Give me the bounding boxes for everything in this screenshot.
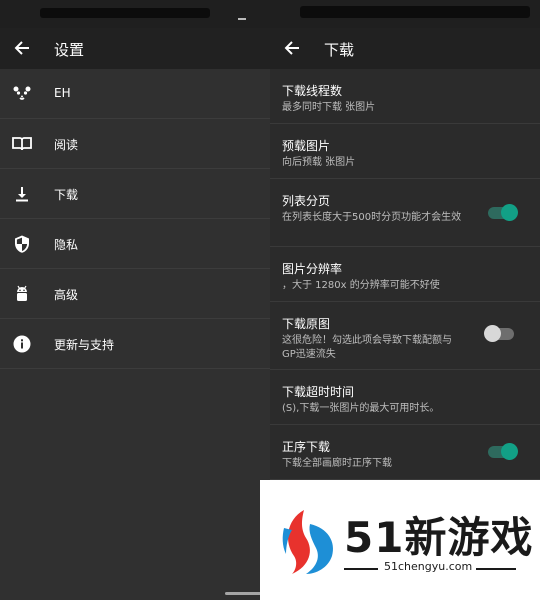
menu-item-label: EH bbox=[54, 86, 71, 100]
toggle-knob bbox=[484, 325, 501, 342]
settings-toolbar: 设置 bbox=[0, 28, 270, 69]
menu-item-privacy[interactable]: 隐私 bbox=[0, 219, 270, 269]
setting-summary: 向后预载 张图片 bbox=[282, 157, 356, 168]
android-icon bbox=[17, 285, 27, 301]
setting-summary: 在列表长度大于500时分页功能才会生效 bbox=[282, 212, 462, 223]
page-title: 设置 bbox=[54, 41, 85, 59]
setting-image-resolution[interactable]: 图片分辨率 ，大于 1280x 的分辨率可能不好使 bbox=[270, 247, 540, 302]
settings-menu: EH 阅读 下载 隐私 高级 更新与支持 bbox=[0, 69, 270, 369]
setting-preload-images[interactable]: 预载图片 向后预载 张图片 bbox=[270, 124, 540, 179]
setting-ordered-download[interactable]: 正序下载 下载全部画廊时正序下载 bbox=[270, 425, 540, 480]
setting-title: 预载图片 bbox=[282, 139, 331, 153]
toggle-knob bbox=[501, 204, 518, 221]
setting-download-original[interactable]: 下载原图 这很危险！勾选此项会导致下载配额与GP迅速流失 bbox=[270, 302, 540, 370]
info-icon bbox=[13, 335, 31, 353]
setting-summary: ，大于 1280x 的分辨率可能不好使 bbox=[282, 280, 440, 291]
menu-item-update-support[interactable]: 更新与支持 bbox=[0, 319, 270, 369]
panda-icon bbox=[13, 86, 31, 100]
back-arrow-icon[interactable] bbox=[12, 38, 32, 58]
setting-summary: 最多同时下载 张图片 bbox=[282, 102, 376, 113]
shield-icon bbox=[15, 235, 29, 253]
menu-item-label: 高级 bbox=[54, 288, 79, 302]
setting-title: 下载线程数 bbox=[282, 84, 343, 98]
status-bar-redaction bbox=[40, 8, 210, 18]
menu-item-eh[interactable]: EH bbox=[0, 69, 270, 119]
download-toolbar: 下载 bbox=[270, 28, 540, 69]
setting-download-threads[interactable]: 下载线程数 最多同时下载 张图片 bbox=[270, 69, 540, 124]
menu-item-label: 下载 bbox=[54, 188, 79, 202]
page-title: 下载 bbox=[324, 41, 355, 59]
watermark-rule bbox=[476, 568, 516, 570]
setting-list-pagination[interactable]: 列表分页 在列表长度大于500时分页功能才会生效 bbox=[270, 179, 540, 247]
status-bar bbox=[0, 0, 540, 28]
watermark-brand: 51新游戏 bbox=[344, 513, 534, 562]
download-settings-list: 下载线程数 最多同时下载 张图片 预载图片 向后预载 张图片 列表分页 在列表长… bbox=[270, 69, 540, 480]
setting-summary: 这很危险！勾选此项会导致下载配额与GP迅速流失 bbox=[282, 335, 452, 360]
setting-summary: 下载全部画廊时正序下载 bbox=[282, 458, 392, 469]
toggle-knob bbox=[501, 443, 518, 460]
status-bar-redaction bbox=[300, 6, 530, 18]
setting-title: 下载超时时间 bbox=[282, 385, 355, 399]
book-icon bbox=[12, 137, 32, 151]
ordered-download-toggle[interactable] bbox=[488, 443, 518, 460]
status-dash bbox=[238, 18, 246, 20]
original-image-toggle[interactable] bbox=[484, 325, 514, 342]
menu-item-download[interactable]: 下载 bbox=[0, 169, 270, 219]
back-arrow-icon[interactable] bbox=[282, 38, 302, 58]
setting-download-timeout[interactable]: 下载超时时间 (S),下载一张图片的最大可用时长。 bbox=[270, 370, 540, 425]
pagination-toggle[interactable] bbox=[488, 204, 518, 221]
settings-panel: 设置 EH 阅读 下载 隐私 高级 更新与支持 bbox=[0, 28, 270, 600]
menu-item-read[interactable]: 阅读 bbox=[0, 119, 270, 169]
menu-item-label: 阅读 bbox=[54, 138, 79, 152]
download-icon bbox=[16, 187, 28, 202]
watermark-rule bbox=[344, 568, 378, 570]
setting-summary: (S),下载一张图片的最大可用时长。 bbox=[282, 403, 440, 414]
setting-title: 图片分辨率 bbox=[282, 262, 343, 276]
menu-item-advanced[interactable]: 高级 bbox=[0, 269, 270, 319]
menu-item-label: 更新与支持 bbox=[54, 338, 115, 352]
watermark-logo-icon bbox=[282, 510, 334, 574]
watermark: 51新游戏 51chengyu.com bbox=[260, 480, 540, 600]
watermark-url: 51chengyu.com bbox=[384, 560, 473, 573]
menu-item-label: 隐私 bbox=[54, 238, 79, 252]
